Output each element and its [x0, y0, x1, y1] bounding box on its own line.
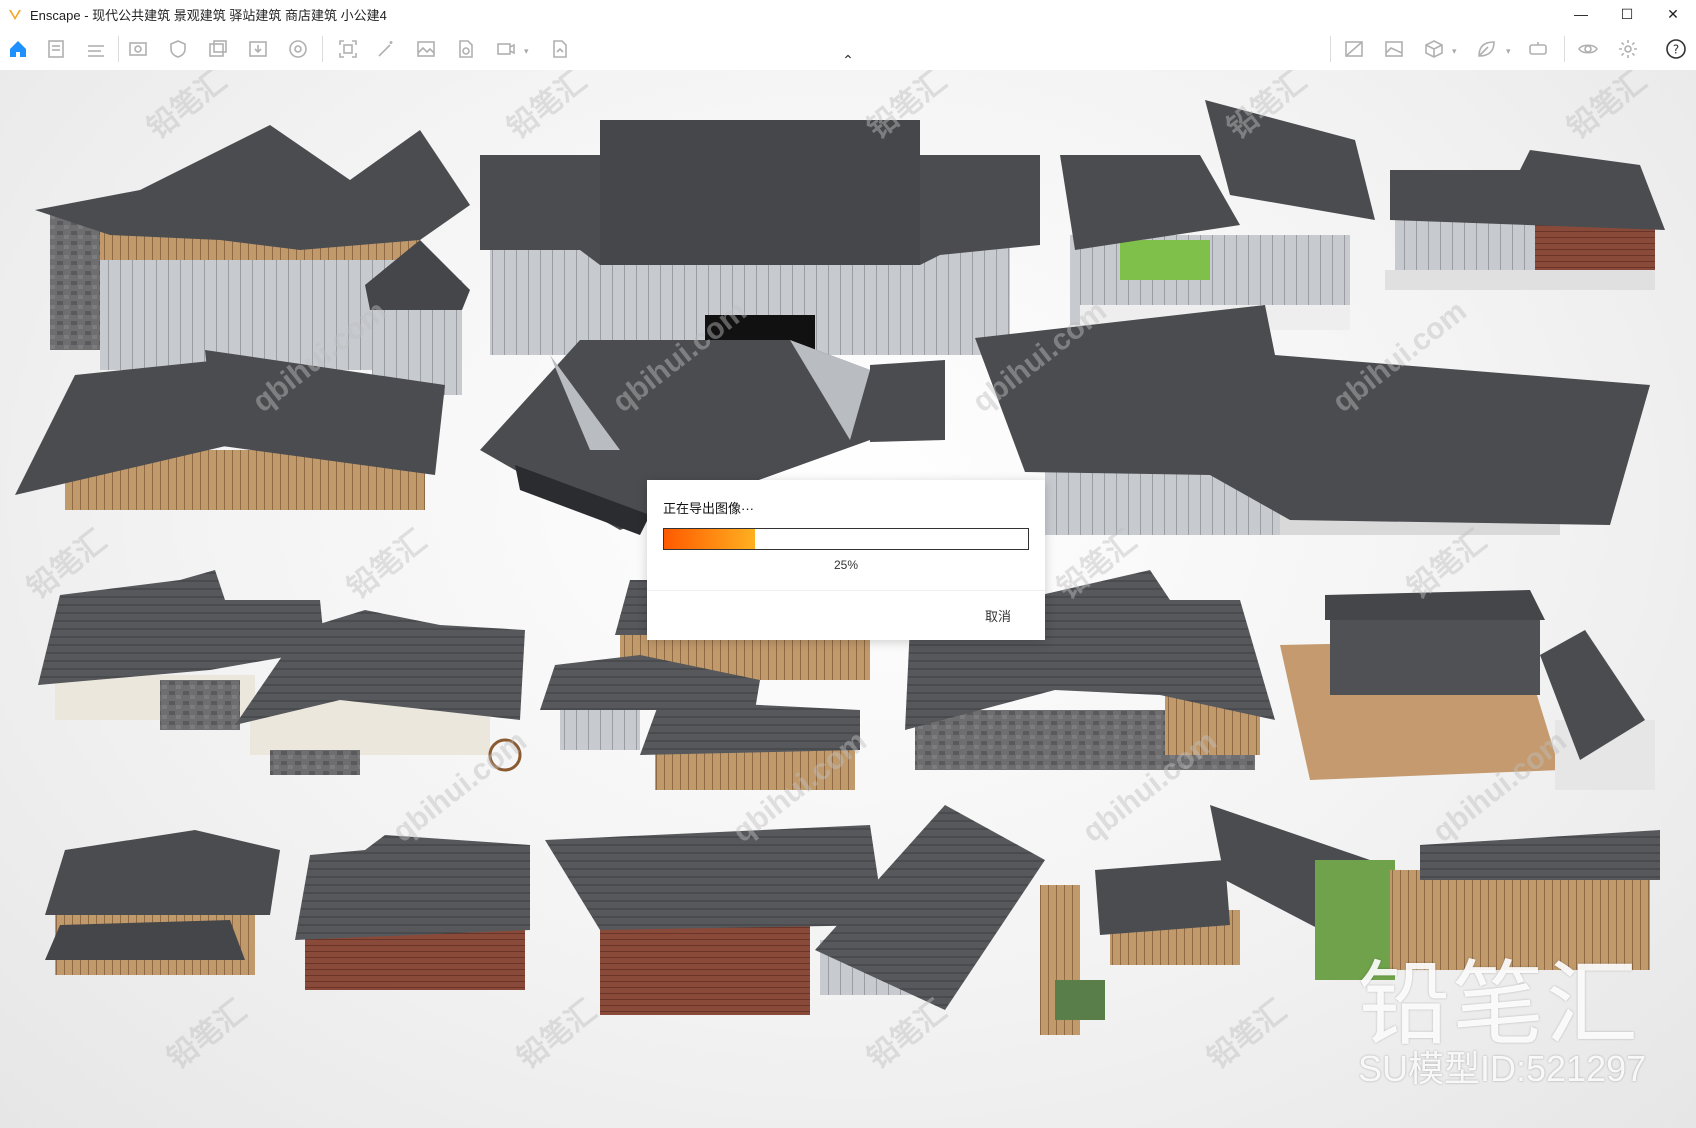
minimize-button[interactable]: —: [1558, 0, 1604, 28]
building-model: [38, 570, 525, 775]
visibility-icon[interactable]: [126, 37, 150, 61]
building-model: [480, 120, 1040, 375]
panorama-icon[interactable]: [286, 37, 310, 61]
model-export-icon[interactable]: [548, 37, 572, 61]
shield-icon[interactable]: [166, 37, 190, 61]
dialog-divider: [647, 590, 1045, 591]
dialog-message: 正在导出图像···: [663, 501, 754, 516]
no-image-icon[interactable]: [1342, 37, 1366, 61]
progress-percent: 25%: [833, 558, 859, 572]
image-icon[interactable]: [414, 37, 438, 61]
building-model: [295, 835, 530, 990]
building-model: [1060, 100, 1375, 330]
export-file-icon[interactable]: [454, 37, 478, 61]
close-button[interactable]: ✕: [1650, 0, 1696, 28]
render-download-icon[interactable]: [246, 37, 270, 61]
settings-icon[interactable]: [1616, 37, 1640, 61]
progress-fill: [664, 529, 755, 549]
collapse-toolbar-button[interactable]: ⌃: [838, 52, 858, 68]
maximize-button[interactable]: ☐: [1604, 0, 1650, 28]
batch-render-icon[interactable]: [206, 37, 230, 61]
progress-bar: [663, 528, 1029, 550]
video-icon[interactable]: [494, 37, 518, 61]
building-model: [45, 830, 280, 975]
window-title: Enscape - 现代公共建筑 景观建筑 驿站建筑 商店建筑 小公建4: [30, 7, 387, 23]
capture-area-icon[interactable]: [336, 37, 360, 61]
help-icon[interactable]: ?: [1664, 37, 1688, 61]
building-model: [1385, 150, 1665, 290]
dropdown-icon[interactable]: ▾: [1506, 46, 1511, 57]
building-model: [1280, 590, 1655, 790]
svg-text:?: ?: [1673, 43, 1679, 57]
image-library-icon[interactable]: [1382, 37, 1406, 61]
leaf-icon[interactable]: [1474, 37, 1498, 61]
dropdown-icon[interactable]: ▾: [524, 46, 529, 57]
cube-icon[interactable]: [1422, 37, 1446, 61]
home-icon[interactable]: [6, 37, 30, 61]
building-model: [35, 125, 470, 395]
enscape-logo-icon: [9, 10, 21, 20]
dropdown-icon[interactable]: ▾: [1452, 46, 1457, 57]
window-controls: — ☐ ✕: [1558, 0, 1696, 28]
bim-list-icon[interactable]: [84, 37, 108, 61]
building-model: [975, 305, 1650, 535]
eye-icon[interactable]: [1576, 37, 1600, 61]
export-progress-dialog: 正在导出图像··· 25% 取消: [647, 480, 1045, 640]
vr-headset-icon[interactable]: [1526, 37, 1550, 61]
cancel-button[interactable]: 取消: [985, 606, 1011, 625]
title-bar: Enscape - 现代公共建筑 景观建筑 驿站建筑 商店建筑 小公建4 — ☐…: [0, 0, 1696, 28]
building-model: [545, 805, 1045, 1015]
document-icon[interactable]: [44, 37, 68, 61]
model-id-watermark: SU模型ID:521297: [1358, 1048, 1647, 1089]
magic-wand-icon[interactable]: [374, 37, 398, 61]
